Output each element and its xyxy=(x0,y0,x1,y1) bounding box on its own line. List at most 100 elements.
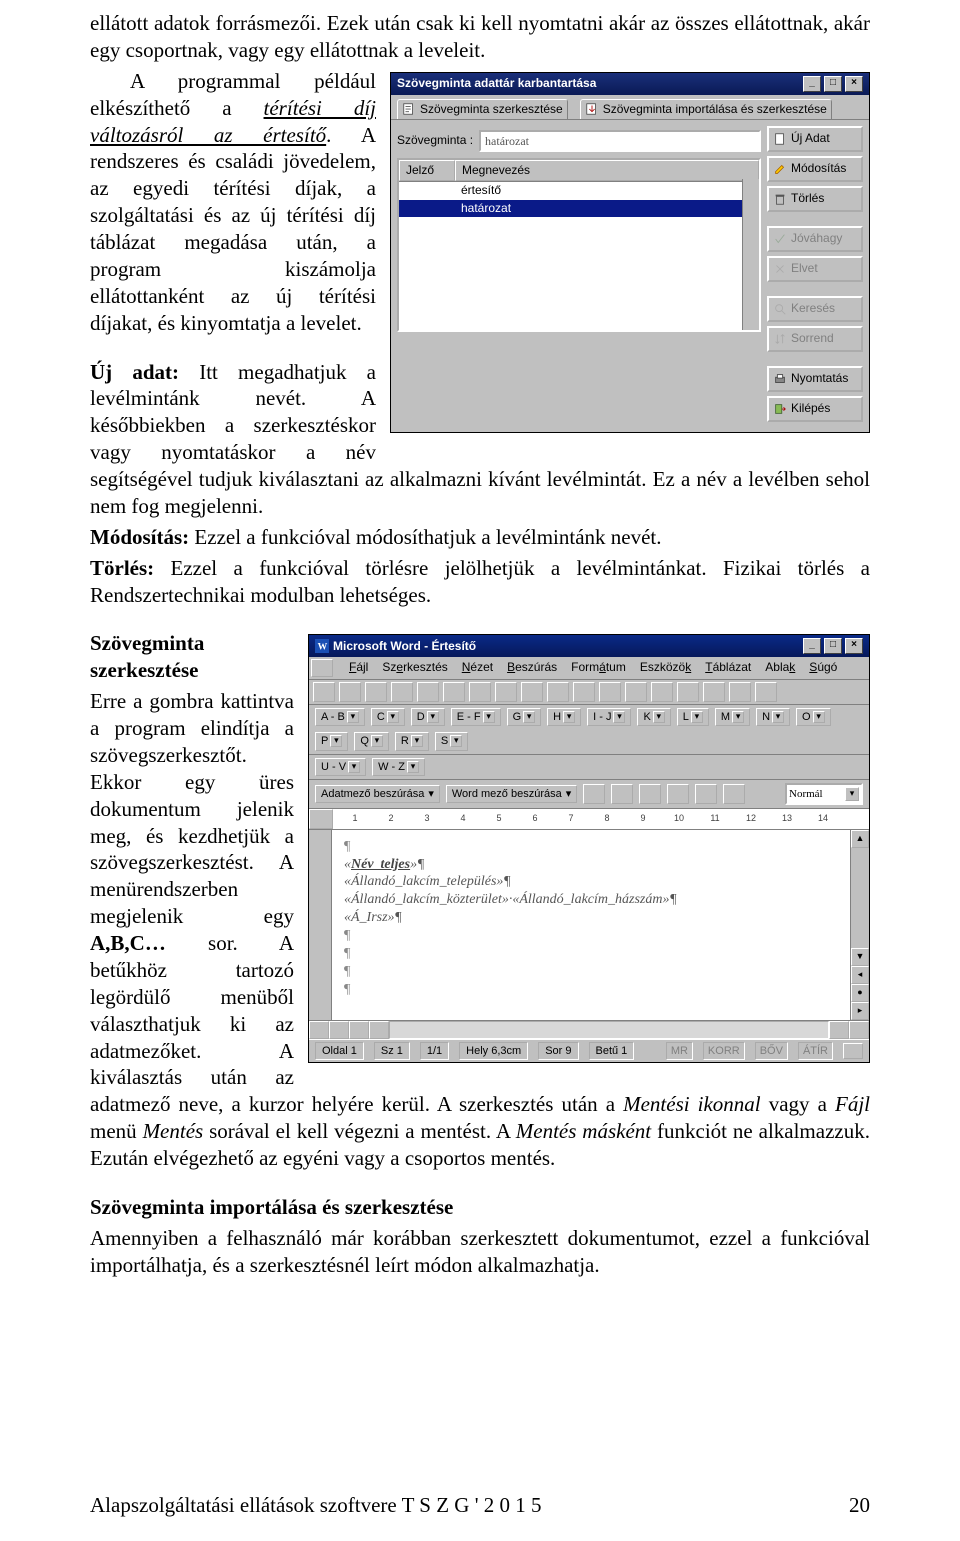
save-button[interactable] xyxy=(365,682,387,702)
undo-button[interactable] xyxy=(573,682,595,702)
letter-menu[interactable]: R▾ xyxy=(395,732,429,750)
letter-menu[interactable]: G▾ xyxy=(507,708,542,726)
merge-tool-button[interactable] xyxy=(695,784,717,804)
para-intro: ellátott adatok forrásmezői. Ezek után c… xyxy=(90,10,870,64)
horizontal-scrollbar[interactable] xyxy=(389,1021,829,1039)
pilcrow: ¶ xyxy=(344,928,350,943)
zoom-button[interactable] xyxy=(729,682,751,702)
minimize-button[interactable]: _ xyxy=(803,76,821,92)
text-run: sorával el kell végezni a mentést. A xyxy=(203,1119,516,1143)
menu-ablak[interactable]: Ablak xyxy=(763,659,797,677)
letter-menu[interactable]: S▾ xyxy=(435,732,468,750)
paste-button[interactable] xyxy=(521,682,543,702)
format-painter-button[interactable] xyxy=(547,682,569,702)
close-button[interactable]: × xyxy=(845,76,863,92)
menu-szerkesztes[interactable]: Szerkesztés xyxy=(380,659,449,677)
vertical-scrollbar[interactable] xyxy=(742,179,759,330)
menu-nezet[interactable]: Nézet xyxy=(460,659,495,677)
maximize-button[interactable]: □ xyxy=(824,76,842,92)
merge-tool-button[interactable] xyxy=(583,784,605,804)
scroll-down-icon[interactable]: ▼ xyxy=(851,948,869,966)
check-icon xyxy=(773,232,787,246)
letter-menu[interactable]: P▾ xyxy=(315,732,348,750)
maximize-button[interactable]: □ xyxy=(824,638,842,654)
letter-menu[interactable]: L▾ xyxy=(677,708,709,726)
menu-eszkozok[interactable]: Eszközök xyxy=(638,659,693,677)
szovegminta-list[interactable]: Jelző Megnevezés értesítő határozat xyxy=(397,158,761,332)
torles-button[interactable]: Törlés xyxy=(767,186,863,212)
letter-menu[interactable]: H▾ xyxy=(547,708,581,726)
kilepes-button[interactable]: Kilépés xyxy=(767,396,863,422)
redo-button[interactable] xyxy=(599,682,621,702)
letter-menu[interactable]: D▾ xyxy=(411,708,445,726)
spell-button[interactable] xyxy=(443,682,465,702)
scroll-right-icon[interactable] xyxy=(849,1021,869,1039)
letter-menu[interactable]: W - Z▾ xyxy=(372,758,425,776)
print-button[interactable] xyxy=(391,682,413,702)
insert-table-button[interactable] xyxy=(625,682,647,702)
letter-menu[interactable]: I - J▾ xyxy=(587,708,631,726)
merge-field: «Állandó_lakcím_közterület»·«Állandó_lak… xyxy=(344,892,677,907)
status-betu: Betű 1 xyxy=(589,1042,635,1060)
letter-menu[interactable]: K▾ xyxy=(637,708,670,726)
browse-object-icon[interactable]: ● xyxy=(851,984,869,1002)
document-page[interactable]: ¶ «Név_teljes»¶ «Állandó_lakcím_települé… xyxy=(332,830,850,1020)
ruler-tick: 5 xyxy=(481,813,517,825)
letter-menu[interactable]: N▾ xyxy=(756,708,790,726)
vertical-scrollbar[interactable]: ▲ ▼ ◂ ● ▸ xyxy=(850,830,869,1020)
show-hide-button[interactable] xyxy=(703,682,725,702)
scroll-left-icon[interactable] xyxy=(829,1021,849,1039)
columns-button[interactable] xyxy=(651,682,673,702)
close-button[interactable]: × xyxy=(845,638,863,654)
nyomtatas-button[interactable]: Nyomtatás xyxy=(767,366,863,392)
letter-menu[interactable]: E - F▾ xyxy=(451,708,501,726)
menu-tablazat[interactable]: Táblázat xyxy=(703,659,753,677)
adatmezo-beszuras-button[interactable]: Adatmező beszúrása▾ xyxy=(315,785,440,803)
letter-menu[interactable]: M▾ xyxy=(715,708,750,726)
style-selector[interactable]: Normál▾ xyxy=(785,783,863,805)
help-button[interactable] xyxy=(755,682,777,702)
menu-fajl[interactable]: Fájl xyxy=(347,659,370,677)
drawing-button[interactable] xyxy=(677,682,699,702)
letter-menu[interactable]: C▾ xyxy=(371,708,405,726)
list-row[interactable]: értesítő xyxy=(399,182,759,199)
jovahagy-button[interactable]: Jóváhagy xyxy=(767,226,863,252)
prev-page-icon[interactable]: ◂ xyxy=(851,966,869,984)
letter-menu[interactable]: Q▾ xyxy=(354,732,389,750)
word-mezo-beszuras-button[interactable]: Word mező beszúrása▾ xyxy=(446,785,577,803)
view-page-button[interactable] xyxy=(349,1021,369,1039)
tab-szerkesztes[interactable]: Szövegminta szerkesztése xyxy=(397,99,568,119)
szovegminta-input[interactable] xyxy=(479,130,761,152)
view-normal-button[interactable] xyxy=(309,1021,329,1039)
search-icon xyxy=(773,302,787,316)
view-master-button[interactable] xyxy=(369,1021,389,1039)
letter-menu[interactable]: O▾ xyxy=(796,708,831,726)
elvet-button[interactable]: Elvet xyxy=(767,256,863,282)
merge-tool-button[interactable] xyxy=(723,784,745,804)
merge-field-name: Név_teljes xyxy=(351,857,410,872)
modositas-button[interactable]: Módosítás xyxy=(767,156,863,182)
menu-beszuras[interactable]: Beszúrás xyxy=(505,659,559,677)
merge-tool-button[interactable] xyxy=(667,784,689,804)
menu-formatum[interactable]: Formátum xyxy=(569,659,628,677)
new-doc-button[interactable] xyxy=(313,682,335,702)
ujadat-button[interactable]: Új Adat xyxy=(767,126,863,152)
next-page-icon[interactable]: ▸ xyxy=(851,1002,869,1020)
menu-sugo[interactable]: Súgó xyxy=(807,659,839,677)
scroll-up-icon[interactable]: ▲ xyxy=(851,830,869,848)
tab-importalas[interactable]: Szövegminta importálása és szerkesztése xyxy=(580,99,832,119)
sorrend-button[interactable]: Sorrend xyxy=(767,326,863,352)
book-icon[interactable] xyxy=(843,1043,863,1059)
letter-menu[interactable]: U - V▾ xyxy=(315,758,366,776)
cut-button[interactable] xyxy=(469,682,491,702)
list-row-selected[interactable]: határozat xyxy=(399,200,759,217)
open-button[interactable] xyxy=(339,682,361,702)
copy-button[interactable] xyxy=(495,682,517,702)
minimize-button[interactable]: _ xyxy=(803,638,821,654)
letter-menu[interactable]: A - B▾ xyxy=(315,708,365,726)
kereses-button[interactable]: Keresés xyxy=(767,296,863,322)
view-outline-button[interactable] xyxy=(329,1021,349,1039)
merge-tool-button[interactable] xyxy=(639,784,661,804)
merge-tool-button[interactable] xyxy=(611,784,633,804)
preview-button[interactable] xyxy=(417,682,439,702)
